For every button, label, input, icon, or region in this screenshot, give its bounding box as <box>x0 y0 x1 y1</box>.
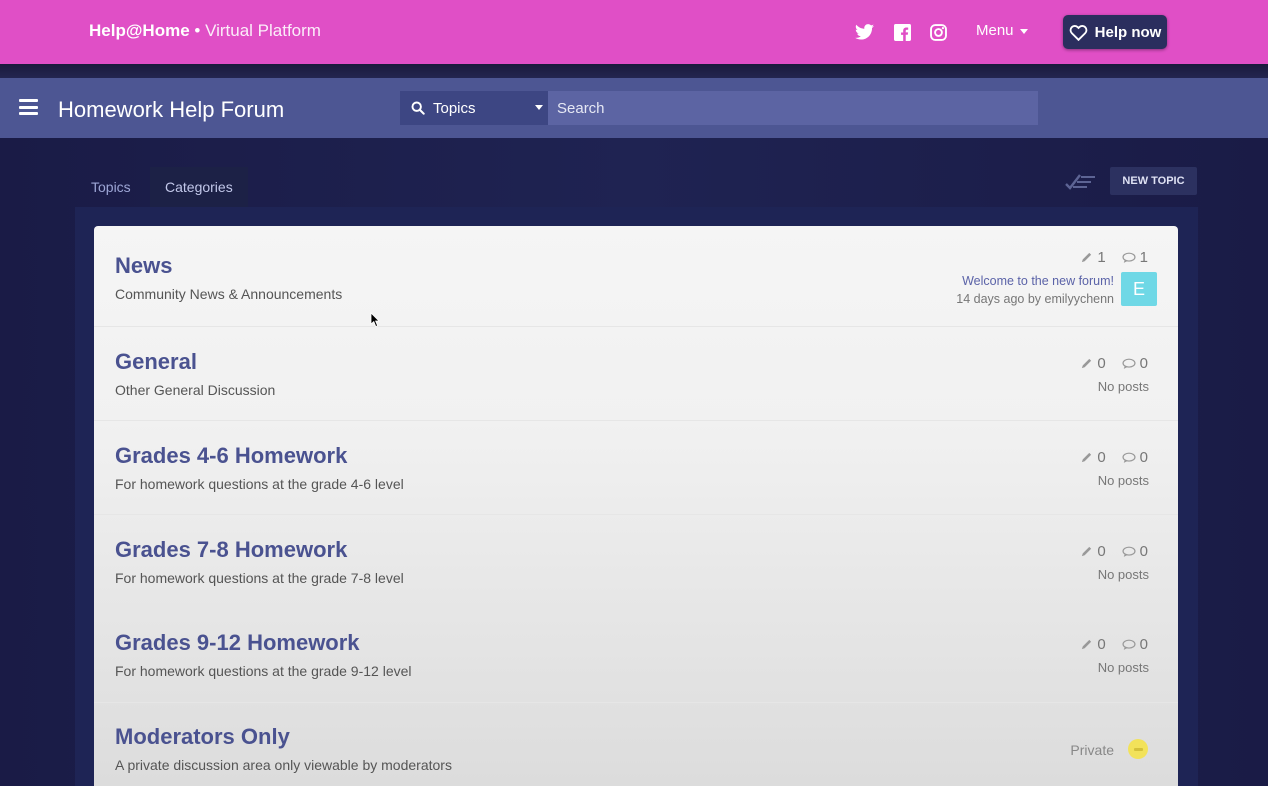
new-topic-button[interactable]: NEW TOPIC <box>1110 167 1197 195</box>
brand-name: Help@Home <box>89 21 190 40</box>
header-divider <box>0 64 1268 78</box>
category-row[interactable]: News Community News & Announcements 1 1 … <box>94 226 1178 326</box>
category-title[interactable]: Moderators Only <box>115 724 290 750</box>
tab-categories[interactable]: Categories <box>150 167 248 207</box>
category-row[interactable]: General Other General Discussion 0 0 No … <box>94 327 1178 420</box>
brand-separator: • <box>189 21 206 40</box>
category-description: Other General Discussion <box>115 382 276 398</box>
post-count: 0 <box>1139 355 1148 372</box>
category-title[interactable]: Grades 7-8 Homework <box>115 537 347 563</box>
forum-header: Homework Help Forum Topics <box>0 78 1268 138</box>
category-description: A private discussion area only viewable … <box>115 757 452 773</box>
comment-icon <box>1122 252 1136 263</box>
category-title[interactable]: General <box>115 349 197 375</box>
topic-count: 1 <box>1097 249 1106 266</box>
latest-post: Welcome to the new forum! 14 days ago by… <box>956 272 1114 308</box>
topic-count: 0 <box>1097 355 1106 372</box>
category-title[interactable]: Grades 9-12 Homework <box>115 630 360 656</box>
category-list: News Community News & Announcements 1 1 … <box>94 226 1178 786</box>
category-description: For homework questions at the grade 9-12… <box>115 663 412 679</box>
comment-icon <box>1122 639 1136 650</box>
category-row[interactable]: Grades 9-12 Homework For homework questi… <box>94 609 1178 702</box>
private-lock-icon <box>1128 739 1148 759</box>
caret-down-icon <box>1019 28 1028 34</box>
pencil-icon <box>1082 546 1092 557</box>
menu-label: Menu <box>976 22 1014 39</box>
comment-icon <box>1122 358 1136 369</box>
search-icon <box>411 101 425 115</box>
pencil-icon <box>1082 452 1092 463</box>
tab-topics[interactable]: Topics <box>76 167 146 207</box>
post-count: 0 <box>1139 636 1148 653</box>
no-posts-label: No posts <box>1097 473 1149 488</box>
comment-icon <box>1122 546 1136 557</box>
category-description: Community News & Announcements <box>115 286 343 302</box>
help-now-label: Help now <box>1094 23 1162 41</box>
pencil-icon <box>1082 639 1092 650</box>
category-counts: 1 1 <box>1080 249 1148 266</box>
instagram-icon[interactable] <box>928 22 948 42</box>
search-scope-label: Topics <box>433 99 476 117</box>
comment-icon <box>1122 452 1136 463</box>
pencil-icon <box>1082 358 1092 369</box>
menu-dropdown-button[interactable]: Menu <box>976 22 1028 39</box>
search-input[interactable] <box>548 91 1038 125</box>
hamburger-menu-icon[interactable] <box>19 99 38 115</box>
category-row[interactable]: Grades 4-6 Homework For homework questio… <box>94 421 1178 514</box>
post-count: 0 <box>1139 449 1148 466</box>
private-label: Private <box>1070 742 1114 758</box>
category-counts: 0 0 <box>1080 636 1148 653</box>
category-counts: 0 0 <box>1080 449 1148 466</box>
category-title[interactable]: Grades 4-6 Homework <box>115 443 347 469</box>
category-title[interactable]: News <box>115 253 172 279</box>
latest-post-title[interactable]: Welcome to the new forum! <box>956 272 1114 290</box>
avatar[interactable]: E <box>1121 272 1157 306</box>
mouse-cursor-icon <box>370 312 380 328</box>
category-description: For homework questions at the grade 4-6 … <box>115 476 404 492</box>
topic-count: 0 <box>1097 636 1106 653</box>
latest-post-meta: 14 days ago by emilyychenn <box>956 292 1114 306</box>
post-count: 1 <box>1139 249 1148 266</box>
category-counts: 0 0 <box>1080 355 1148 372</box>
category-description: For homework questions at the grade 7-8 … <box>115 570 404 586</box>
no-posts-label: No posts <box>1097 567 1149 582</box>
no-posts-label: No posts <box>1097 379 1149 394</box>
heart-icon <box>1069 24 1088 41</box>
category-row[interactable]: Grades 7-8 Homework For homework questio… <box>94 515 1178 608</box>
sort-icon[interactable] <box>1064 172 1096 195</box>
topic-count: 0 <box>1097 543 1106 560</box>
caret-down-icon <box>535 105 543 110</box>
search-scope-dropdown[interactable]: Topics <box>400 91 548 125</box>
no-posts-label: No posts <box>1097 660 1149 675</box>
category-counts: 0 0 <box>1080 543 1148 560</box>
post-count: 0 <box>1139 543 1148 560</box>
facebook-icon[interactable] <box>892 22 912 42</box>
forum-title[interactable]: Homework Help Forum <box>58 97 284 123</box>
category-row[interactable]: Moderators Only A private discussion are… <box>94 703 1178 786</box>
help-now-button[interactable]: Help now <box>1063 15 1167 49</box>
brand-subtitle: Virtual Platform <box>205 21 321 40</box>
twitter-icon[interactable] <box>854 22 874 42</box>
pencil-icon <box>1082 252 1092 263</box>
site-brand[interactable]: Help@Home • Virtual Platform <box>89 21 321 41</box>
topic-count: 0 <box>1097 449 1106 466</box>
